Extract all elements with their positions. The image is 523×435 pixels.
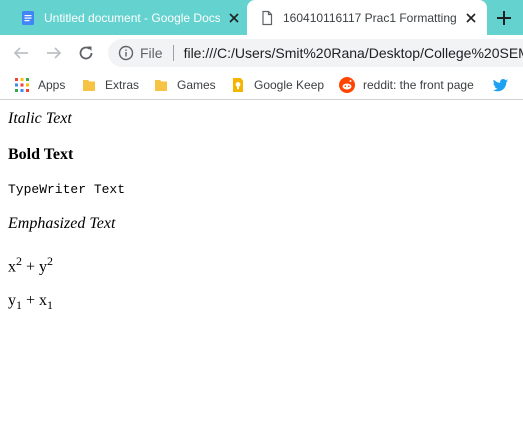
close-icon[interactable] bbox=[226, 10, 242, 26]
tab-google-docs[interactable]: Untitled document - Google Docs bbox=[8, 0, 250, 35]
twitter-icon bbox=[492, 77, 509, 93]
scheme-label: File bbox=[140, 45, 163, 61]
bookmark-games[interactable]: Games bbox=[153, 76, 216, 94]
tab-title: 160410116117 Prac1 Formatting bbox=[283, 11, 457, 25]
google-keep-icon bbox=[230, 77, 246, 93]
apps-grid-icon bbox=[14, 77, 30, 93]
bookmark-label: Google Keep bbox=[254, 78, 325, 92]
emphasized-text: Emphasized Text bbox=[8, 215, 116, 232]
forward-arrow-icon bbox=[47, 47, 62, 59]
back-arrow-icon bbox=[13, 47, 28, 59]
info-icon[interactable] bbox=[118, 45, 134, 61]
folder-icon bbox=[153, 77, 169, 93]
back-button[interactable] bbox=[9, 41, 33, 65]
bookmarks-bar: Apps Extras Games Google Keep reddit: th… bbox=[0, 71, 523, 100]
bookmark-label: reddit: the front page bbox=[363, 78, 474, 92]
bookmark-label: Games bbox=[177, 78, 216, 92]
tab-title: Untitled document - Google Docs bbox=[44, 10, 220, 25]
omnibox-divider bbox=[172, 45, 174, 61]
bookmark-twitter[interactable] bbox=[492, 76, 517, 94]
bookmark-google-keep[interactable]: Google Keep bbox=[230, 76, 324, 94]
bookmark-label: Extras bbox=[105, 78, 140, 92]
bookmark-reddit[interactable]: reddit: the front page bbox=[339, 76, 474, 94]
browser-toolbar: File file:///C:/Users/Smit%20Rana/Deskto… bbox=[0, 35, 523, 71]
reload-button[interactable] bbox=[74, 41, 98, 65]
close-icon[interactable] bbox=[463, 10, 479, 26]
italic-text: Italic Text bbox=[8, 110, 72, 127]
google-docs-icon bbox=[20, 10, 36, 26]
reload-icon bbox=[79, 46, 93, 60]
plus-icon bbox=[497, 11, 511, 25]
typewriter-text: TypeWriter Text bbox=[8, 182, 126, 197]
address-bar[interactable]: File file:///C:/Users/Smit%20Rana/Deskto… bbox=[108, 39, 523, 67]
file-icon bbox=[259, 10, 275, 26]
url-text[interactable]: file:///C:/Users/Smit%20Rana/Desktop/Col… bbox=[184, 45, 523, 61]
reddit-icon bbox=[339, 77, 355, 93]
bookmark-extras[interactable]: Extras bbox=[81, 76, 139, 94]
equation-superscript: x2 + y2 bbox=[8, 254, 54, 276]
equation-subscript: y1 + x1 bbox=[8, 292, 54, 313]
tab-prac1-formatting[interactable]: 160410116117 Prac1 Formatting bbox=[247, 0, 487, 35]
new-tab-button[interactable] bbox=[492, 6, 516, 30]
forward-button[interactable] bbox=[42, 41, 66, 65]
tab-strip: Untitled document - Google Docs 16041011… bbox=[0, 0, 523, 35]
folder-icon bbox=[81, 77, 97, 93]
bookmark-apps[interactable]: Apps bbox=[14, 76, 65, 94]
bold-text: Bold Text bbox=[8, 146, 74, 163]
bookmark-label: Apps bbox=[38, 78, 66, 92]
